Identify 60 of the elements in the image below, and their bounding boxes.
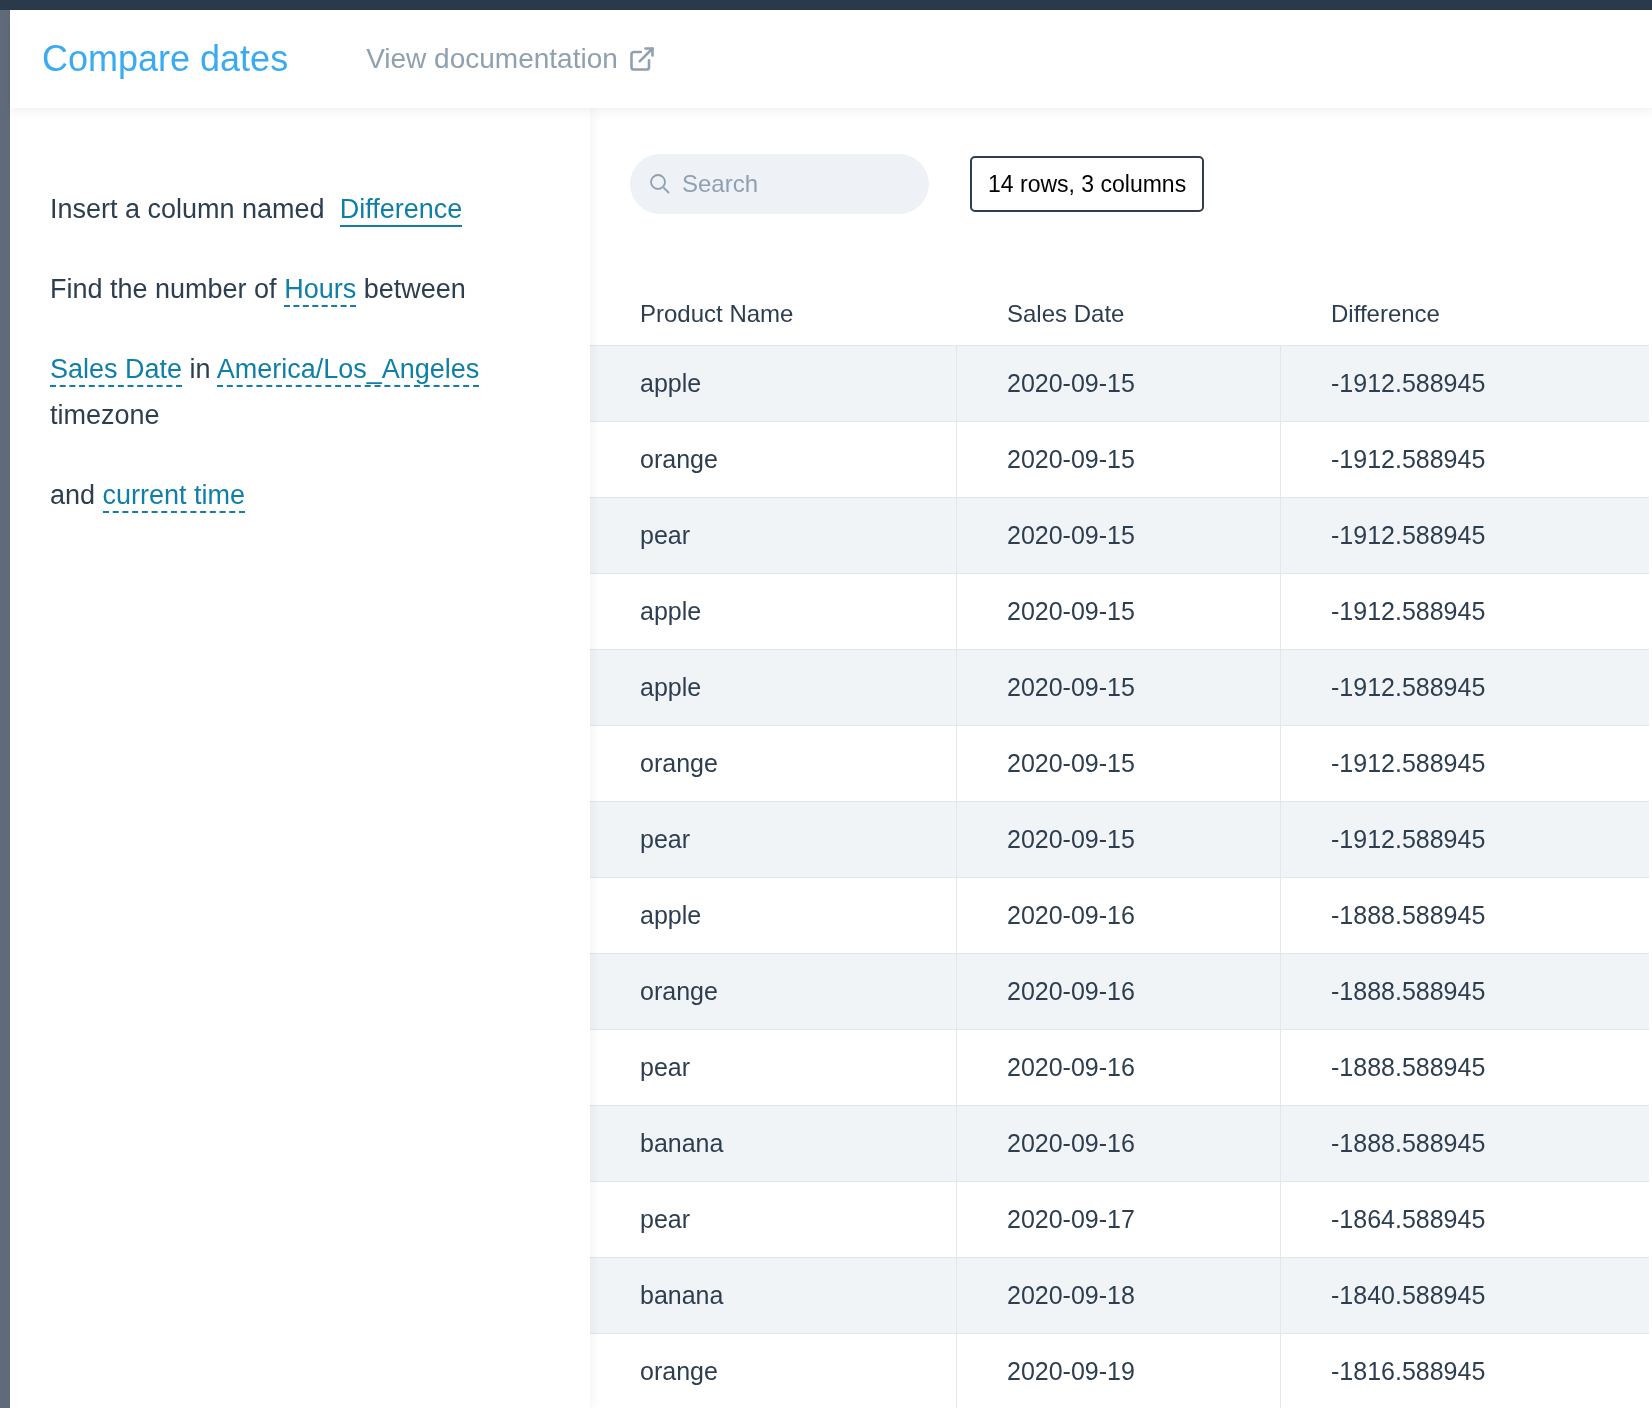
- table-cell-text: -1912.588945: [1330, 747, 1487, 779]
- table-cell: apple: [590, 650, 957, 725]
- option-link[interactable]: current time: [102, 480, 246, 513]
- table-cell: 2020-09-16: [957, 878, 1281, 953]
- table-cell-text: -1840.588945: [1330, 1279, 1487, 1311]
- table-cell: pear: [590, 1182, 957, 1257]
- table-cell: 2020-09-15: [957, 726, 1281, 801]
- table-cell-text: -1888.588945: [1330, 975, 1487, 1007]
- column-header[interactable]: Product Name: [590, 295, 957, 332]
- table-cell-text: -1888.588945: [1330, 899, 1487, 931]
- table-cell-text: -1864.588945: [1330, 1203, 1487, 1235]
- table-cell-text: -1816.588945: [1330, 1355, 1487, 1387]
- table-cell: pear: [590, 1030, 957, 1105]
- table-cell: 2020-09-15: [957, 650, 1281, 725]
- table-cell-text: -1912.588945: [1330, 595, 1487, 627]
- instruction-text: Find the number of Hours between: [50, 266, 570, 312]
- table-cell: banana: [590, 1258, 957, 1333]
- table-cell: pear: [590, 498, 957, 573]
- column-header[interactable]: Difference: [1281, 295, 1649, 332]
- table-cell: 2020-09-16: [957, 1106, 1281, 1181]
- table-cell-text: -1888.588945: [1330, 1127, 1487, 1159]
- table-cell: apple: [590, 574, 957, 649]
- option-link[interactable]: Hours: [284, 274, 357, 307]
- column-name-link[interactable]: Difference: [339, 194, 463, 227]
- table-cell: 2020-09-16: [957, 954, 1281, 1029]
- instruction-text: and current time: [50, 472, 570, 518]
- table-cell-text: -1912.588945: [1330, 519, 1487, 551]
- external-link-icon: [627, 45, 656, 73]
- option-link[interactable]: America/Los_Angeles: [216, 354, 480, 387]
- table-cell: apple: [590, 878, 957, 953]
- table-cell: 2020-09-19: [957, 1334, 1281, 1408]
- table-cell: 2020-09-18: [957, 1258, 1281, 1333]
- documentation-link[interactable]: View documentation: [366, 38, 656, 80]
- table-cell: 2020-09-15: [957, 346, 1281, 421]
- table-cell: banana: [590, 1106, 957, 1181]
- table-cell: 2020-09-15: [957, 574, 1281, 649]
- table-cell-text: -1912.588945: [1330, 443, 1487, 475]
- instruction-text: Insert a column named Difference: [50, 186, 570, 232]
- table-cell: orange: [590, 954, 957, 1029]
- option-link[interactable]: Sales Date: [50, 354, 183, 387]
- table-cell: orange: [590, 1334, 957, 1408]
- search-icon: [648, 172, 672, 196]
- column-header[interactable]: Sales Date: [957, 295, 1281, 332]
- table-cell-text: -1912.588945: [1330, 823, 1487, 855]
- table-cell: 2020-09-15: [957, 422, 1281, 497]
- page-title: Compare dates: [42, 37, 289, 81]
- search-field[interactable]: Search: [630, 154, 929, 214]
- table-cell: 2020-09-17: [957, 1182, 1281, 1257]
- table-cell: orange: [590, 422, 957, 497]
- table-cell: pear: [590, 802, 957, 877]
- table-cell: 2020-09-15: [957, 498, 1281, 573]
- table-summary: 14 rows, 3 columns: [970, 156, 1205, 212]
- table-cell: orange: [590, 726, 957, 801]
- instruction-text: Sales Date in America/Los_Angeles timezone: [50, 353, 481, 432]
- table-cell-text: -1912.588945: [1330, 671, 1487, 703]
- table-cell: apple: [590, 346, 957, 421]
- table-cell: 2020-09-16: [957, 1030, 1281, 1105]
- table-cell: 2020-09-15: [957, 802, 1281, 877]
- table-cell-text: -1912.588945: [1330, 367, 1487, 399]
- table-cell-text: -1888.588945: [1330, 1051, 1487, 1083]
